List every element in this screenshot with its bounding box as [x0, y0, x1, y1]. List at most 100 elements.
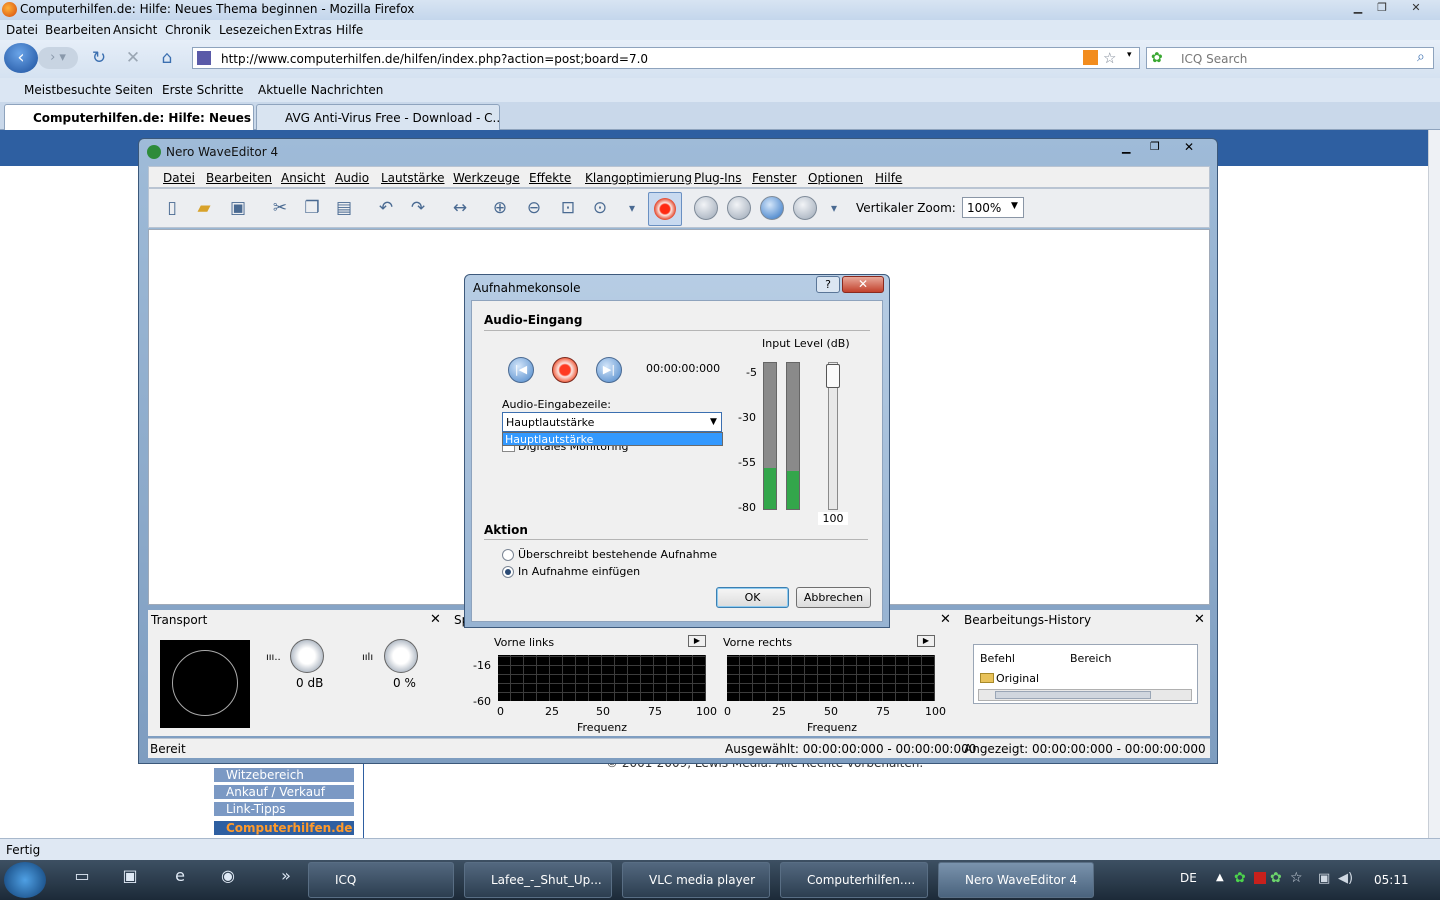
- nero-menu-audio[interactable]: Audio: [335, 171, 369, 185]
- transport-close-icon[interactable]: ✕: [430, 612, 441, 627]
- ok-button[interactable]: OK: [716, 587, 789, 608]
- clock[interactable]: 05:11: [1374, 873, 1409, 887]
- firefox-quicklaunch-icon[interactable]: ◉: [216, 864, 240, 888]
- history-close-icon[interactable]: ✕: [1194, 612, 1205, 627]
- search-icon[interactable]: ⌕: [1417, 49, 1425, 65]
- switch-windows-icon[interactable]: ▣: [118, 864, 142, 888]
- nero-minimize-icon[interactable]: ▁: [1122, 141, 1130, 154]
- tray-icq-icon[interactable]: ✿: [1234, 870, 1246, 886]
- nero-maximize-icon[interactable]: ❐: [1150, 140, 1160, 153]
- bookmark-erste-schritte[interactable]: Erste Schritte: [162, 83, 244, 97]
- tab-avg[interactable]: AVG Anti-Virus Free - Download - C...: [256, 104, 500, 130]
- stop-icon[interactable]: ✕: [122, 47, 144, 69]
- tray-star-icon[interactable]: ☆: [1290, 870, 1303, 886]
- nero-close-icon[interactable]: ✕: [1184, 140, 1194, 154]
- toolbar-overflow-icon[interactable]: ▾: [618, 194, 646, 222]
- side-link-ankauf[interactable]: Ankauf / Verkauf: [214, 785, 354, 799]
- url-dropdown-icon[interactable]: ▾: [1127, 50, 1132, 60]
- nero-menu-effekte[interactable]: Effekte: [529, 171, 571, 185]
- undo-icon[interactable]: ↶: [372, 194, 400, 222]
- forward-end-button[interactable]: ▶|: [596, 357, 622, 383]
- nero-menu-klangoptimierung[interactable]: Klangoptimierung: [585, 171, 692, 185]
- bookmark-aktuelle-nachrichten[interactable]: Aktuelle Nachrichten: [258, 83, 383, 97]
- tray-volume-icon[interactable]: ◀): [1338, 871, 1353, 886]
- history-hscrollbar[interactable]: [978, 689, 1192, 701]
- taskbar-lafee[interactable]: Lafee_-_Shut_Up...: [464, 862, 612, 898]
- radio-insert[interactable]: [502, 566, 514, 578]
- stop-playback-icon[interactable]: [793, 196, 817, 220]
- nero-menu-hilfe[interactable]: Hilfe: [875, 171, 902, 185]
- spectrum-close-icon[interactable]: ✕: [940, 612, 951, 627]
- copy-icon[interactable]: ❐: [298, 194, 326, 222]
- taskbar-vlc[interactable]: VLC media player: [622, 862, 770, 898]
- side-link-witzebereich[interactable]: Witzebereich: [214, 768, 354, 782]
- back-button[interactable]: ‹: [4, 43, 38, 73]
- icq-search-box[interactable]: ✿ ICQ Search ⌕: [1146, 47, 1434, 69]
- taskbar-icq[interactable]: ICQ: [308, 862, 454, 898]
- start-button[interactable]: [4, 862, 46, 898]
- rss-icon[interactable]: [1083, 50, 1098, 65]
- input-line-option[interactable]: Hauptlautstärke: [502, 432, 723, 446]
- volume-knob[interactable]: [290, 639, 324, 673]
- history-item[interactable]: Original: [996, 672, 1039, 685]
- dialog-help-button[interactable]: ?: [816, 276, 840, 293]
- spectrum-left-play-icon[interactable]: ▶: [688, 635, 706, 647]
- nero-menu-ansicht[interactable]: Ansicht: [281, 171, 325, 185]
- nero-menu-fenster[interactable]: Fenster: [752, 171, 797, 185]
- nero-menu-optionen[interactable]: Optionen: [808, 171, 863, 185]
- dialog-close-button[interactable]: ✕: [842, 276, 884, 293]
- star-icon[interactable]: ☆: [1103, 49, 1116, 67]
- loop-icon[interactable]: [760, 196, 784, 220]
- menu-hilfe[interactable]: Hilfe: [336, 23, 363, 37]
- bookmark-meistbesuchte[interactable]: Meistbesuchte Seiten: [24, 83, 153, 97]
- paste-icon[interactable]: ▤: [330, 194, 358, 222]
- url-bar[interactable]: http://www.computerhilfen.de/hilfen/inde…: [192, 47, 1140, 69]
- nero-menu-bearbeiten[interactable]: Bearbeiten: [206, 171, 272, 185]
- new-file-icon[interactable]: ▯: [158, 194, 186, 222]
- menu-chronik[interactable]: Chronik: [165, 23, 211, 37]
- tray-network-icon[interactable]: ▣: [1318, 871, 1330, 886]
- language-indicator[interactable]: DE: [1180, 871, 1197, 885]
- history-list[interactable]: Befehl Bereich Original: [973, 644, 1198, 704]
- menu-ansicht[interactable]: Ansicht: [113, 23, 157, 37]
- vertical-zoom-select[interactable]: 100% ▼: [962, 197, 1024, 218]
- save-icon[interactable]: ▣: [224, 194, 252, 222]
- play-selection-icon[interactable]: [727, 196, 751, 220]
- menu-datei[interactable]: Datei: [6, 23, 38, 37]
- transport-jog-wheel[interactable]: [160, 640, 250, 728]
- zoom-selection-icon[interactable]: ⊡: [554, 194, 582, 222]
- input-volume-thumb[interactable]: [826, 364, 840, 388]
- menu-extras[interactable]: Extras: [294, 23, 332, 37]
- chevron-down-icon[interactable]: ▼: [706, 413, 721, 431]
- home-icon[interactable]: ⌂: [156, 47, 178, 69]
- pitch-knob[interactable]: [384, 639, 418, 673]
- taskbar-computerhilfen[interactable]: Computerhilfen....: [780, 862, 928, 898]
- cancel-button[interactable]: Abbrechen: [796, 587, 871, 608]
- side-link-computerhilfen[interactable]: Computerhilfen.de: [214, 821, 354, 835]
- record-button[interactable]: [648, 192, 682, 226]
- toolbar-overflow2-icon[interactable]: ▾: [820, 194, 848, 222]
- rewind-button[interactable]: |◀: [508, 357, 534, 383]
- history-scroll-thumb[interactable]: [995, 691, 1151, 699]
- show-desktop-icon[interactable]: ▭: [70, 864, 94, 888]
- open-folder-icon[interactable]: ▰: [190, 194, 218, 222]
- tray-icq2-icon[interactable]: ✿: [1270, 870, 1282, 886]
- side-link-tipps[interactable]: Link-Tipps: [214, 802, 354, 816]
- dialog-record-button[interactable]: [552, 357, 578, 383]
- zoom-all-icon[interactable]: ⊙: [586, 194, 614, 222]
- radio-overwrite[interactable]: [502, 549, 514, 561]
- reload-icon[interactable]: ↻: [88, 47, 110, 69]
- tray-antivirus-icon[interactable]: [1254, 872, 1266, 884]
- tab-computerhilfen[interactable]: Computerhilfen.de: Hilfe: Neues ...: [4, 104, 254, 130]
- spectrum-right-play-icon[interactable]: ▶: [917, 635, 935, 647]
- cut-icon[interactable]: ✂: [266, 194, 294, 222]
- play-icon[interactable]: [694, 196, 718, 220]
- nero-menu-werkzeuge[interactable]: Werkzeuge: [453, 171, 520, 185]
- minimize-icon[interactable]: ▁: [1346, 1, 1370, 17]
- more-quicklaunch-icon[interactable]: »: [274, 864, 298, 888]
- nero-menu-lautstaerke[interactable]: Lautstärke: [381, 171, 445, 185]
- zoom-out-icon[interactable]: ⊖: [520, 194, 548, 222]
- fit-width-icon[interactable]: ↔: [446, 194, 474, 222]
- forward-button[interactable]: › ▾: [38, 47, 78, 69]
- redo-icon[interactable]: ↷: [404, 194, 432, 222]
